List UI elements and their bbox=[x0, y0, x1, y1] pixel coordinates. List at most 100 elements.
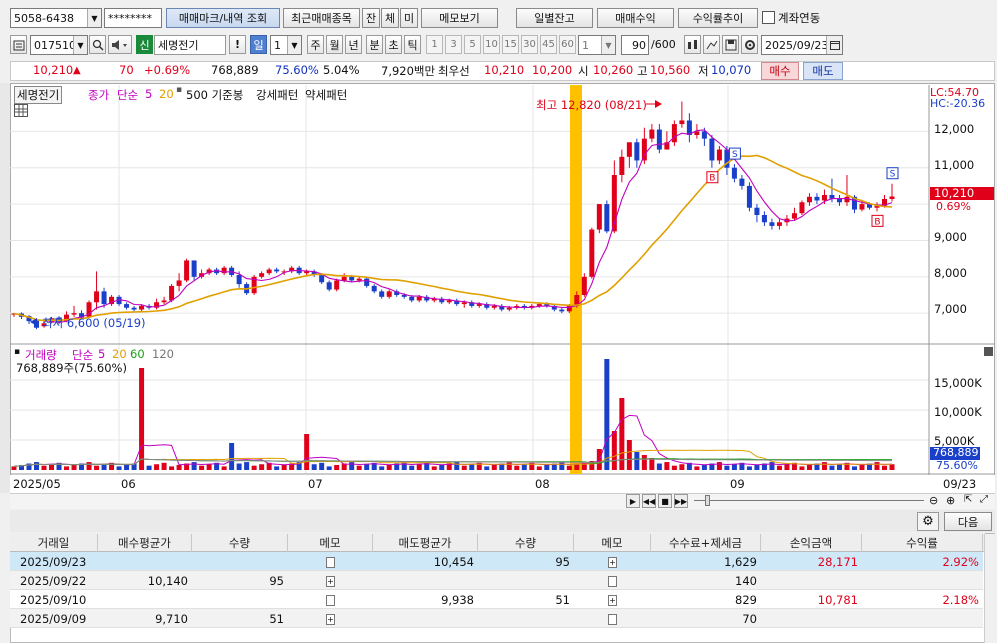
ytick-11000: 11,000 bbox=[934, 158, 975, 172]
legend-base-candle: 500 기준봉 bbox=[186, 88, 244, 102]
table-icon[interactable] bbox=[14, 104, 28, 117]
table-header-cell[interactable]: 매도평균가 bbox=[373, 534, 478, 552]
volume-bar bbox=[311, 464, 317, 470]
candle bbox=[731, 167, 737, 179]
volume-bar bbox=[251, 465, 257, 470]
table-header-cell[interactable]: 거래일 bbox=[10, 534, 98, 552]
candle bbox=[349, 276, 355, 281]
memo-icon[interactable]: + bbox=[574, 591, 651, 609]
vol-legend-120: 120 bbox=[152, 347, 174, 361]
volume-bar bbox=[701, 464, 707, 470]
table-header-cell[interactable]: 수익률 bbox=[862, 534, 983, 552]
table-header-cell[interactable]: 메모 bbox=[288, 534, 373, 552]
table-cell: 2025/09/10 bbox=[20, 593, 87, 607]
candle bbox=[94, 291, 100, 303]
rewind-icon[interactable]: ◀◀ bbox=[642, 494, 656, 508]
zoom-out-icon[interactable]: ⊖ bbox=[929, 494, 938, 507]
volume-bar bbox=[356, 465, 362, 470]
vol-ma120-line bbox=[13, 458, 892, 467]
expand-icon[interactable]: ⇱ bbox=[964, 494, 972, 505]
volume-bar bbox=[656, 463, 662, 470]
table-header-cell[interactable]: 손익금액 bbox=[761, 534, 862, 552]
table-cell: 95 bbox=[269, 574, 284, 588]
candle bbox=[191, 260, 197, 277]
volume-bar bbox=[401, 462, 407, 470]
play-icon[interactable]: ▶▶ bbox=[674, 494, 688, 508]
volume-bar bbox=[229, 443, 235, 470]
candle bbox=[596, 204, 602, 230]
low-annotation: 최저 6,600 (05/19) bbox=[42, 316, 146, 330]
memo-icon[interactable] bbox=[288, 553, 373, 571]
volume-bar bbox=[671, 465, 677, 470]
volume-bar bbox=[274, 466, 280, 470]
candle bbox=[461, 302, 467, 305]
candle bbox=[821, 195, 827, 201]
vol-ytick-10000: 10,000K bbox=[934, 405, 982, 419]
volume-bar bbox=[64, 466, 70, 470]
candle bbox=[656, 129, 662, 150]
volume-bar bbox=[874, 462, 880, 470]
close-icon[interactable] bbox=[984, 347, 993, 356]
zoom-slider-track[interactable] bbox=[694, 500, 924, 501]
table-header-cell[interactable]: 수량 bbox=[192, 534, 288, 552]
memo-icon[interactable] bbox=[574, 572, 651, 590]
candle bbox=[274, 269, 280, 272]
table-header-cell[interactable]: 메모 bbox=[574, 534, 651, 552]
candle bbox=[334, 280, 340, 290]
volume-bar bbox=[746, 466, 752, 470]
candle bbox=[649, 129, 655, 139]
gear-icon[interactable]: ⚙ bbox=[917, 512, 939, 531]
table-header-cell[interactable]: 수수료+제세금 bbox=[651, 534, 761, 552]
stop-icon[interactable]: ■ bbox=[658, 494, 672, 508]
ma5-line bbox=[13, 129, 893, 324]
zoom-in-icon[interactable]: ⊕ bbox=[946, 494, 955, 507]
candle bbox=[889, 196, 895, 199]
volume-bar bbox=[94, 465, 100, 470]
volume-bar bbox=[416, 464, 422, 470]
volume-bar bbox=[544, 464, 550, 470]
table-cell: 28,171 bbox=[817, 555, 858, 569]
table-cell bbox=[373, 610, 478, 628]
table-cell: 95 bbox=[555, 555, 570, 569]
zoom-slider-handle[interactable] bbox=[705, 495, 710, 506]
volume-bar bbox=[731, 464, 737, 470]
table-header-cell[interactable]: 수량 bbox=[478, 534, 574, 552]
ma20-line bbox=[13, 154, 893, 322]
candle bbox=[364, 278, 370, 286]
memo-icon[interactable]: + bbox=[574, 553, 651, 571]
volume-bar bbox=[506, 462, 512, 470]
table-cell bbox=[373, 572, 478, 590]
memo-icon[interactable]: + bbox=[288, 610, 373, 628]
volume-bar bbox=[86, 462, 92, 470]
candle bbox=[604, 204, 610, 232]
highlight-bar bbox=[570, 85, 582, 474]
memo-icon[interactable] bbox=[574, 610, 651, 628]
volume-bar bbox=[169, 466, 175, 470]
memo-icon[interactable]: + bbox=[288, 572, 373, 590]
candle bbox=[379, 291, 385, 297]
table-scrollbar[interactable] bbox=[984, 534, 995, 643]
candle bbox=[641, 138, 647, 161]
volume-bar bbox=[724, 465, 730, 470]
volume-bar bbox=[634, 452, 640, 470]
candle bbox=[341, 276, 347, 281]
volume-bar bbox=[559, 462, 565, 470]
fit-icon[interactable]: ⤢ bbox=[980, 494, 988, 505]
scroll-right-icon[interactable]: ▶ bbox=[626, 494, 640, 508]
legend-stock-name[interactable]: 세명전기 bbox=[14, 86, 63, 104]
table-header-cell[interactable]: 매수평균가 bbox=[98, 534, 192, 552]
candle bbox=[754, 207, 760, 215]
volume-bar bbox=[116, 466, 122, 470]
volume-bar bbox=[176, 464, 182, 470]
candle bbox=[446, 300, 452, 303]
memo-icon[interactable] bbox=[288, 591, 373, 609]
candle bbox=[536, 304, 542, 306]
table-cell: 51 bbox=[269, 612, 284, 626]
candle bbox=[416, 296, 422, 301]
candle bbox=[319, 275, 325, 283]
high-arrow-icon bbox=[655, 100, 662, 108]
table-cell bbox=[98, 591, 192, 609]
volume-bar bbox=[334, 464, 340, 470]
chart-scrollbar[interactable] bbox=[10, 493, 995, 509]
next-button[interactable]: 다음 bbox=[944, 512, 992, 531]
